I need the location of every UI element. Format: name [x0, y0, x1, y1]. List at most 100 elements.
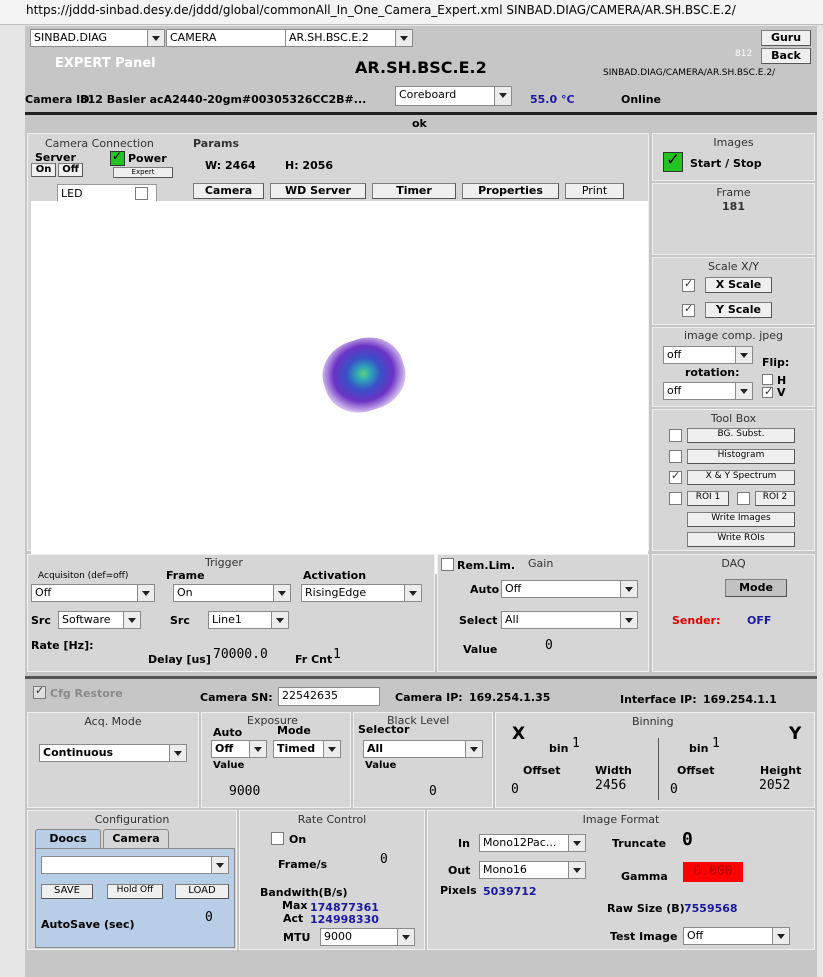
- flip-v-label: V: [777, 386, 786, 399]
- xy-spectrum-button[interactable]: X & Y Spectrum: [687, 470, 795, 485]
- back-button[interactable]: Back: [761, 48, 811, 64]
- mode-button[interactable]: Mode: [725, 579, 787, 597]
- board-select[interactable]: Coreboard: [395, 86, 512, 106]
- src2-select[interactable]: Line1: [208, 611, 289, 629]
- xscale-button[interactable]: X Scale: [705, 277, 772, 293]
- tab-camera[interactable]: Camera: [193, 183, 264, 199]
- exposure-auto-select[interactable]: Off: [211, 740, 267, 758]
- flip-h-checkbox[interactable]: [762, 374, 773, 385]
- exposure-mode-select[interactable]: Timed: [273, 740, 341, 758]
- roi2-button[interactable]: ROI 2: [755, 491, 795, 506]
- write-images-button[interactable]: Write Images: [687, 512, 795, 527]
- activation-select[interactable]: RisingEdge: [301, 584, 422, 602]
- in-format-select[interactable]: Mono12Pac...: [479, 834, 586, 852]
- bin-y-label: bin: [689, 742, 709, 755]
- black-value-spinner[interactable]: 0: [429, 784, 437, 799]
- acq-mode-select[interactable]: Continuous: [39, 744, 187, 762]
- bw-act-value: 124998330: [310, 913, 379, 926]
- roi1-button[interactable]: ROI 1: [687, 491, 729, 506]
- height-spinner[interactable]: 2052: [759, 778, 790, 793]
- tab-wd-server[interactable]: WD Server: [270, 183, 366, 199]
- facility-select[interactable]: SINBAD.DIAG: [30, 29, 165, 47]
- online-status: Online: [621, 93, 662, 106]
- delay-spinner[interactable]: 70000.0: [213, 647, 268, 662]
- image-format-title: Image Format: [582, 813, 660, 826]
- gamma-spinner[interactable]: 0.000: [683, 862, 743, 882]
- autosave-spinner[interactable]: 0: [205, 910, 213, 925]
- test-image-select[interactable]: Off: [683, 927, 790, 945]
- src-select[interactable]: Software: [58, 611, 141, 629]
- save-button[interactable]: SAVE: [41, 884, 93, 899]
- tab-properties[interactable]: Properties: [462, 183, 559, 199]
- compression-select[interactable]: off: [663, 346, 753, 364]
- acquisition-select[interactable]: Off: [31, 584, 155, 602]
- src2-value: Line1: [212, 613, 242, 626]
- out-format-select[interactable]: Mono16: [479, 861, 586, 879]
- offset-y-spinner[interactable]: 0: [670, 782, 678, 797]
- black-selector-select[interactable]: All: [363, 740, 483, 758]
- tab-timer[interactable]: Timer: [372, 183, 456, 199]
- temperature-value: 55.0 °C: [530, 93, 575, 106]
- camera-sn-field[interactable]: 22542635: [278, 687, 380, 706]
- tab-doocs[interactable]: Doocs: [35, 829, 101, 848]
- frame-select[interactable]: On: [173, 584, 291, 602]
- beam-spot: [313, 328, 415, 422]
- width-spinner[interactable]: 2456: [595, 778, 626, 793]
- camera-image[interactable]: [31, 201, 648, 574]
- chevron-down-icon: [397, 929, 414, 945]
- config-select[interactable]: [41, 856, 229, 874]
- gain-select[interactable]: All: [501, 611, 638, 629]
- chevron-down-icon: [137, 585, 154, 601]
- exposure-value-spinner[interactable]: 9000: [229, 784, 260, 799]
- offset-x-spinner[interactable]: 0: [511, 782, 519, 797]
- rotation-label: rotation:: [685, 366, 740, 379]
- frames-spinner[interactable]: 0: [380, 852, 388, 867]
- binning-x-label: X: [512, 724, 526, 744]
- start-stop-checkbox[interactable]: [663, 150, 683, 172]
- mtu-label: MTU: [283, 931, 311, 944]
- location-select[interactable]: AR.SH.BSC.E.2: [285, 29, 413, 47]
- mtu-select[interactable]: 9000: [320, 928, 415, 946]
- hold-off-button[interactable]: Hold Off: [107, 884, 163, 899]
- rate-on-checkbox[interactable]: [271, 832, 284, 845]
- location-value: AR.SH.BSC.E.2: [289, 31, 369, 44]
- truncate-spinner[interactable]: 0: [682, 829, 693, 850]
- led-checkbox[interactable]: [135, 187, 148, 200]
- gain-value-spinner[interactable]: 0: [545, 638, 553, 653]
- histogram-checkbox[interactable]: [669, 450, 682, 463]
- bin-y-spinner[interactable]: 1: [712, 736, 720, 751]
- cfg-restore-checkbox[interactable]: [33, 684, 46, 699]
- gain-auto-label: Auto: [470, 583, 500, 596]
- gain-auto-select[interactable]: Off: [501, 580, 638, 598]
- histogram-button[interactable]: Histogram: [687, 449, 795, 464]
- guru-button[interactable]: Guru: [761, 30, 811, 46]
- roi1-checkbox[interactable]: [669, 492, 682, 505]
- yscale-checkbox[interactable]: [682, 302, 695, 317]
- rotation-select[interactable]: off: [663, 382, 753, 400]
- divider: [25, 112, 817, 115]
- tab-camera-config[interactable]: Camera: [103, 829, 169, 848]
- power-checkbox[interactable]: ✓: [110, 149, 125, 166]
- bin-x-spinner[interactable]: 1: [572, 736, 580, 751]
- yscale-button[interactable]: Y Scale: [705, 302, 772, 318]
- remlim-checkbox[interactable]: [441, 558, 454, 571]
- expert-button[interactable]: Expert: [113, 167, 173, 178]
- roi2-checkbox[interactable]: [737, 492, 750, 505]
- src2-label: Src: [170, 614, 190, 627]
- write-rois-button[interactable]: Write ROIs: [687, 532, 795, 547]
- xscale-checkbox[interactable]: [682, 277, 695, 292]
- flip-v-checkbox[interactable]: [762, 385, 773, 398]
- chevron-down-icon: [271, 612, 288, 628]
- device-select[interactable]: CAMERA: [166, 29, 303, 47]
- bg-subst-checkbox[interactable]: [669, 429, 682, 442]
- bg-subst-button[interactable]: BG. Subst.: [687, 428, 795, 443]
- xy-spectrum-checkbox[interactable]: [669, 469, 682, 484]
- out-label: Out: [448, 864, 471, 877]
- server-off-button[interactable]: Off: [58, 163, 83, 177]
- frcnt-spinner[interactable]: 1: [333, 647, 341, 662]
- tab-print[interactable]: Print: [565, 183, 624, 199]
- chevron-down-icon: [620, 581, 637, 597]
- server-on-button[interactable]: On: [31, 163, 56, 177]
- load-button[interactable]: LOAD: [175, 884, 229, 899]
- flip-label: Flip:: [762, 356, 790, 369]
